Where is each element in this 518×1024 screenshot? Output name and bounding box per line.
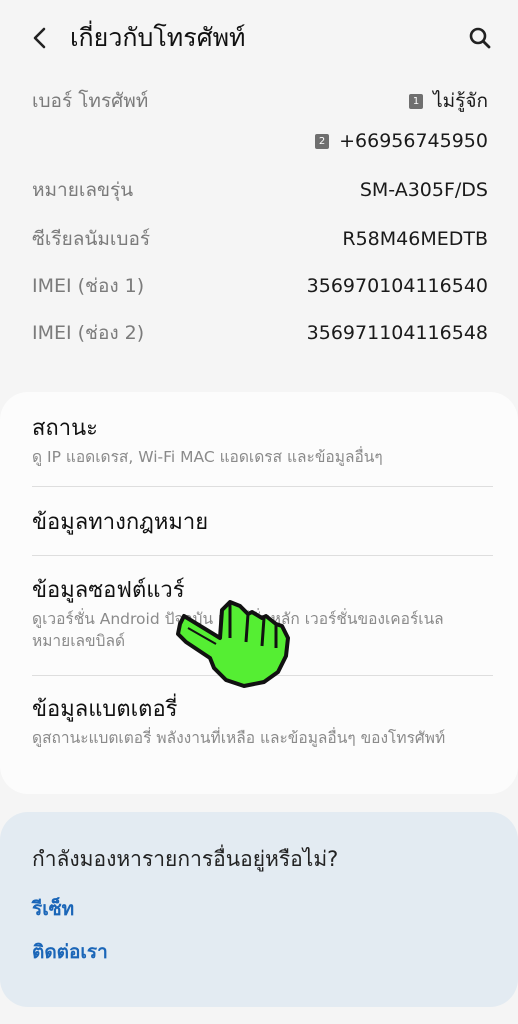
back-button[interactable] xyxy=(24,22,56,54)
hand-pointer-icon xyxy=(170,598,296,698)
sim1-number: ไม่รู้จัก xyxy=(433,90,488,112)
divider xyxy=(32,486,493,487)
battery-subtitle: ดูสถานะแบตเตอรี่ พลังงานที่เหลือ และข้อม… xyxy=(32,729,446,747)
imei1-value: 356970104116540 xyxy=(306,275,488,297)
status-title: สถานะ xyxy=(32,416,98,441)
contact-us-link[interactable]: ติดต่อเรา xyxy=(32,939,108,965)
sim2-number: +66956745950 xyxy=(339,130,488,152)
menu-item-status[interactable]: สถานะ ดู IP แอดเดรส, Wi-Fi MAC แอดเดรส แ… xyxy=(32,414,493,468)
sim2-icon: 2 xyxy=(315,133,330,149)
serial-label: ซีเรียลนัมเบอร์ xyxy=(32,228,151,250)
serial-value: R58M46MEDTB xyxy=(342,228,488,250)
sim2-value: 2 +66956745950 xyxy=(315,128,488,154)
reset-link[interactable]: รีเซ็ท xyxy=(32,896,74,922)
phone-number-label: เบอร์ โทรศัพท์ xyxy=(32,90,149,112)
imei1-label: IMEI (ช่อง 1) xyxy=(32,275,145,297)
page-title: เกี่ยวกับโทรศัพท์ xyxy=(70,23,246,52)
status-subtitle: ดู IP แอดเดรส, Wi-Fi MAC แอดเดรส และข้อม… xyxy=(32,448,383,466)
model-value: SM-A305F/DS xyxy=(359,179,488,201)
menu-item-battery[interactable]: ข้อมูลแบตเตอรี่ ดูสถานะแบตเตอรี่ พลังงาน… xyxy=(32,695,493,749)
search-button[interactable] xyxy=(464,22,496,54)
model-label: หมายเลขรุ่น xyxy=(32,179,134,201)
suggestion-question: กำลังมองหารายการอื่นอยู่หรือไม่? xyxy=(32,847,339,871)
sim1-value: 1 ไม่รู้จัก xyxy=(409,88,488,114)
info-menu-card: สถานะ ดู IP แอดเดรส, Wi-Fi MAC แอดเดรส แ… xyxy=(0,392,518,794)
imei2-label: IMEI (ช่อง 2) xyxy=(32,322,145,344)
chevron-left-icon xyxy=(33,27,46,49)
search-icon xyxy=(469,27,491,49)
app-bar: เกี่ยวกับโทรศัพท์ xyxy=(0,0,518,76)
legal-title: ข้อมูลทางกฎหมาย xyxy=(32,510,209,535)
suggestion-card: กำลังมองหารายการอื่นอยู่หรือไม่? รีเซ็ท … xyxy=(0,812,518,1007)
battery-title: ข้อมูลแบตเตอรี่ xyxy=(32,697,178,722)
imei2-value: 356971104116548 xyxy=(306,322,488,344)
menu-item-legal[interactable]: ข้อมูลทางกฎหมาย xyxy=(32,508,493,538)
divider xyxy=(32,555,493,556)
sim1-icon: 1 xyxy=(409,93,424,109)
